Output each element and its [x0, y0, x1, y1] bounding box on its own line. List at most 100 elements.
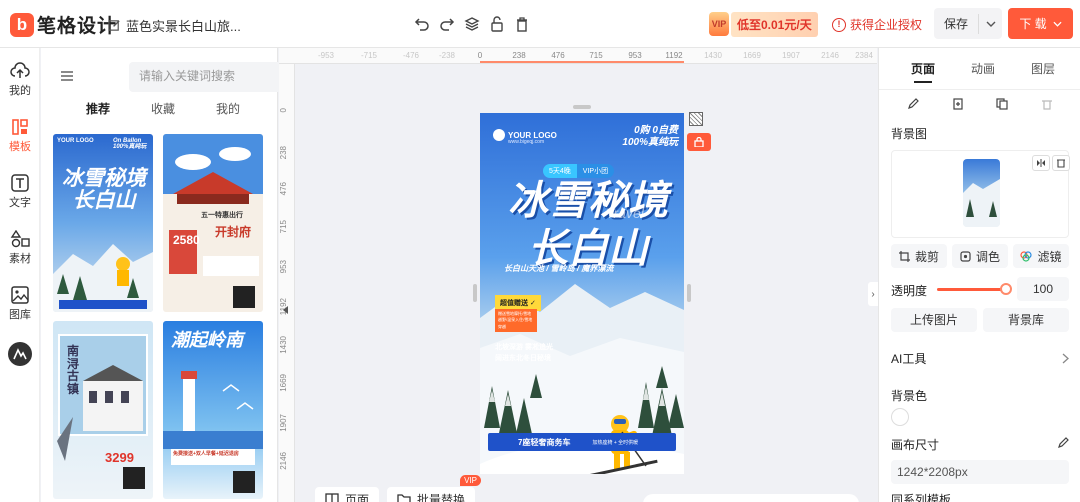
- tab-layers[interactable]: 图层: [1031, 60, 1055, 77]
- ruler-tick: 1907: [279, 414, 288, 432]
- poster-gift-list[interactable]: 赠送雪地摩托/雪地越野/温泉入住/雪地穿越: [495, 309, 537, 333]
- download-label: 下 载: [1019, 17, 1047, 31]
- redo-icon[interactable]: [435, 15, 459, 33]
- poster-url[interactable]: www.bigeqj.com: [508, 139, 544, 145]
- tab-favorites[interactable]: 收藏: [151, 100, 175, 117]
- ruler-tick: 1907: [782, 51, 800, 60]
- page-tools: [891, 94, 1069, 114]
- card-title: 开封府: [215, 225, 252, 239]
- template-card[interactable]: 五一特惠出行 开封府 2580: [163, 134, 263, 312]
- poster-title[interactable]: 冰雪秘境 长白山: [498, 177, 678, 273]
- resize-handle-left[interactable]: [473, 284, 477, 302]
- trash-icon[interactable]: [510, 15, 534, 33]
- poster-tag[interactable]: 5天4晚 VIP小团: [543, 164, 615, 178]
- rail-item-template[interactable]: 模板: [0, 118, 40, 154]
- bg-image-label: 背景图: [891, 127, 928, 141]
- unlock-icon[interactable]: [485, 15, 509, 33]
- opacity-label: 透明度: [891, 284, 928, 298]
- poster-travel-script[interactable]: Travel: [606, 205, 644, 221]
- card-scene: [163, 134, 263, 308]
- layers-icon[interactable]: [460, 15, 484, 33]
- poster-bottom-banner[interactable]: 7座轻奢商务车 加热座椅 + 全时供暖: [488, 433, 676, 451]
- alert-icon: !: [832, 17, 846, 32]
- trash-icon[interactable]: [1052, 155, 1070, 171]
- template-card[interactable]: YOUR LOGO On Ballon 100%真纯玩 冰雪秘境长白山: [53, 134, 153, 312]
- background-library-button[interactable]: 背景库: [983, 308, 1069, 332]
- document-title[interactable]: 蓝色实景长白山旅...: [108, 16, 241, 35]
- edit-icon: [108, 20, 120, 31]
- ruler-tick: 1430: [704, 51, 722, 60]
- adjust-color-button[interactable]: 调色: [952, 244, 1008, 268]
- filter-button[interactable]: 滤镜: [1013, 244, 1069, 268]
- opacity-value[interactable]: 100: [1017, 277, 1069, 301]
- download-button[interactable]: 下 载: [1008, 8, 1073, 39]
- save-button[interactable]: 保存: [934, 8, 1002, 39]
- opacity-slider[interactable]: [937, 288, 1007, 291]
- lock-page-icon[interactable]: [687, 133, 711, 151]
- pencil-icon[interactable]: [907, 98, 920, 110]
- search-input[interactable]: [139, 69, 279, 83]
- filter-label: 滤镜: [1037, 249, 1062, 264]
- ruler-tick: 953: [628, 51, 642, 60]
- trash-icon[interactable]: [1041, 98, 1053, 110]
- ruler-tick: 2384: [855, 51, 873, 60]
- tab-mine[interactable]: 我的: [216, 100, 240, 117]
- ruler-tick: 1430: [279, 336, 288, 354]
- template-card[interactable]: 潮起岭南 免费接送+双人早餐+延迟退房: [163, 321, 263, 499]
- bg-color-swatch[interactable]: [891, 408, 909, 426]
- opacity-slider-handle[interactable]: [1000, 283, 1012, 295]
- template-tabs: 推荐 收藏 我的: [41, 100, 278, 122]
- poster-description[interactable]: 北坡深游 雾凇追光 阔进东北冬日秘境: [495, 343, 553, 364]
- undo-icon[interactable]: [410, 15, 434, 33]
- canvas-area[interactable]: -953 -715 -476 -238 0 238 476 715 953 11…: [279, 48, 877, 502]
- ruler-horizontal[interactable]: -953 -715 -476 -238 0 238 476 715 953 11…: [279, 48, 877, 64]
- tab-animation[interactable]: 动画: [971, 60, 995, 77]
- ruler-tick: 2146: [279, 452, 288, 470]
- filter-icon: [1020, 250, 1033, 262]
- app-logo[interactable]: b 笔格设计: [10, 11, 117, 38]
- rail-item-text[interactable]: 文字: [0, 174, 40, 210]
- collapse-right-panel-icon[interactable]: ›: [868, 282, 878, 306]
- rail-item-mine[interactable]: 我的: [0, 62, 40, 98]
- poster-slogan[interactable]: 0购 0自费 100%真纯玩: [622, 125, 678, 149]
- chevron-down-icon[interactable]: [979, 21, 1002, 27]
- menu-icon[interactable]: [61, 70, 73, 84]
- template-card[interactable]: 南浔古镇 3299: [53, 321, 153, 499]
- flip-icon[interactable]: [1032, 155, 1050, 171]
- chevron-right-icon: [1062, 353, 1069, 363]
- enterprise-license-link[interactable]: ! 获得企业授权: [832, 16, 922, 33]
- crop-button[interactable]: 裁剪: [891, 244, 947, 268]
- bg-image-thumbnail[interactable]: [963, 159, 1000, 227]
- ai-tools-row[interactable]: AI工具: [891, 348, 1069, 368]
- poster-canvas[interactable]: YOUR LOGO www.bigeqj.com 0购 0自费 100%真纯玩 …: [480, 113, 684, 474]
- ruler-tick: 1669: [743, 51, 761, 60]
- ruler-tick: 0: [477, 51, 483, 60]
- canvas-size-value[interactable]: 1242*2208px: [891, 460, 1069, 484]
- resize-handle-right[interactable]: [687, 284, 691, 302]
- upload-image-button[interactable]: 上传图片: [891, 308, 977, 332]
- tab-page[interactable]: 页面: [911, 60, 935, 83]
- ai-assistant-icon[interactable]: [8, 342, 32, 366]
- vip-promo[interactable]: VIP 低至0.01元/天: [709, 11, 818, 37]
- poster-bottom-main: 7座轻奢商务车: [518, 437, 571, 447]
- ruler-tick: 953: [279, 260, 288, 274]
- pages-button[interactable]: 页面: [315, 487, 380, 502]
- zoom-bar[interactable]: [643, 494, 859, 502]
- batch-replace-button[interactable]: 批量替换 VIP: [387, 475, 482, 502]
- template-panel: 推荐 收藏 我的 YOUR LOGO On Ballon 100%真纯玩 冰雪秘…: [41, 48, 315, 502]
- poster-logo-mark: [493, 129, 505, 141]
- bg-image-box[interactable]: [891, 150, 1070, 238]
- ruler-vertical[interactable]: 0 238 476 715 953 1192 1430 1669 1907 21…: [279, 64, 295, 502]
- resize-handle-top[interactable]: [573, 105, 591, 109]
- pencil-icon[interactable]: [1057, 437, 1069, 449]
- transparency-grid-icon[interactable]: [689, 112, 703, 126]
- ruler-tick: 476: [279, 182, 288, 196]
- rail-item-gallery[interactable]: 图库: [0, 286, 40, 322]
- adjust-icon: [960, 250, 971, 262]
- tab-recommended[interactable]: 推荐: [86, 100, 110, 117]
- vip-badge: VIP: [460, 475, 482, 486]
- copy-icon[interactable]: [996, 98, 1008, 110]
- rail-item-materials[interactable]: 素材: [0, 230, 40, 266]
- poster-route[interactable]: 长白山天池 / 雪岭岛 / 魔界漂流: [504, 263, 613, 274]
- add-page-icon[interactable]: [952, 98, 964, 110]
